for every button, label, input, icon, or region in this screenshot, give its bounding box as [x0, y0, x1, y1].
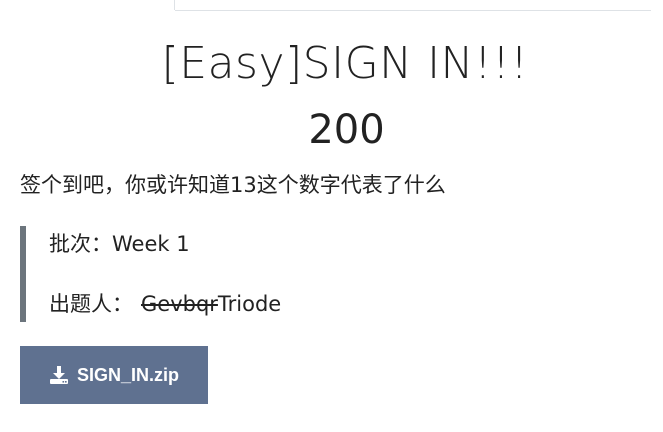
download-file-button[interactable]: SIGN_IN.zip [20, 346, 208, 404]
author-label: 出题人： [49, 292, 133, 316]
week-label: 批次： [49, 232, 112, 256]
author-struck-name: Gevbqr [141, 292, 218, 316]
author-name: Triode [217, 292, 282, 316]
tab-strip [0, 0, 663, 11]
challenge-points: 200 [308, 107, 385, 153]
challenge-title: [Easy]SIGN IN!!! [161, 38, 529, 89]
tab-strip-border [175, 0, 651, 11]
challenge-meta-blockquote: 批次：Week 1 出题人： GevbqrTriode [20, 226, 426, 322]
download-icon [49, 366, 68, 384]
week-value: Week 1 [112, 232, 190, 256]
tab-challenge[interactable] [20, 0, 175, 10]
download-file-label: SIGN_IN.zip [76, 364, 179, 385]
challenge-description: 签个到吧，你或许知道13这个数字代表了什么 [20, 173, 446, 197]
author-line: 出题人： GevbqrTriode [49, 289, 281, 319]
week-line: 批次：Week 1 [49, 229, 190, 259]
